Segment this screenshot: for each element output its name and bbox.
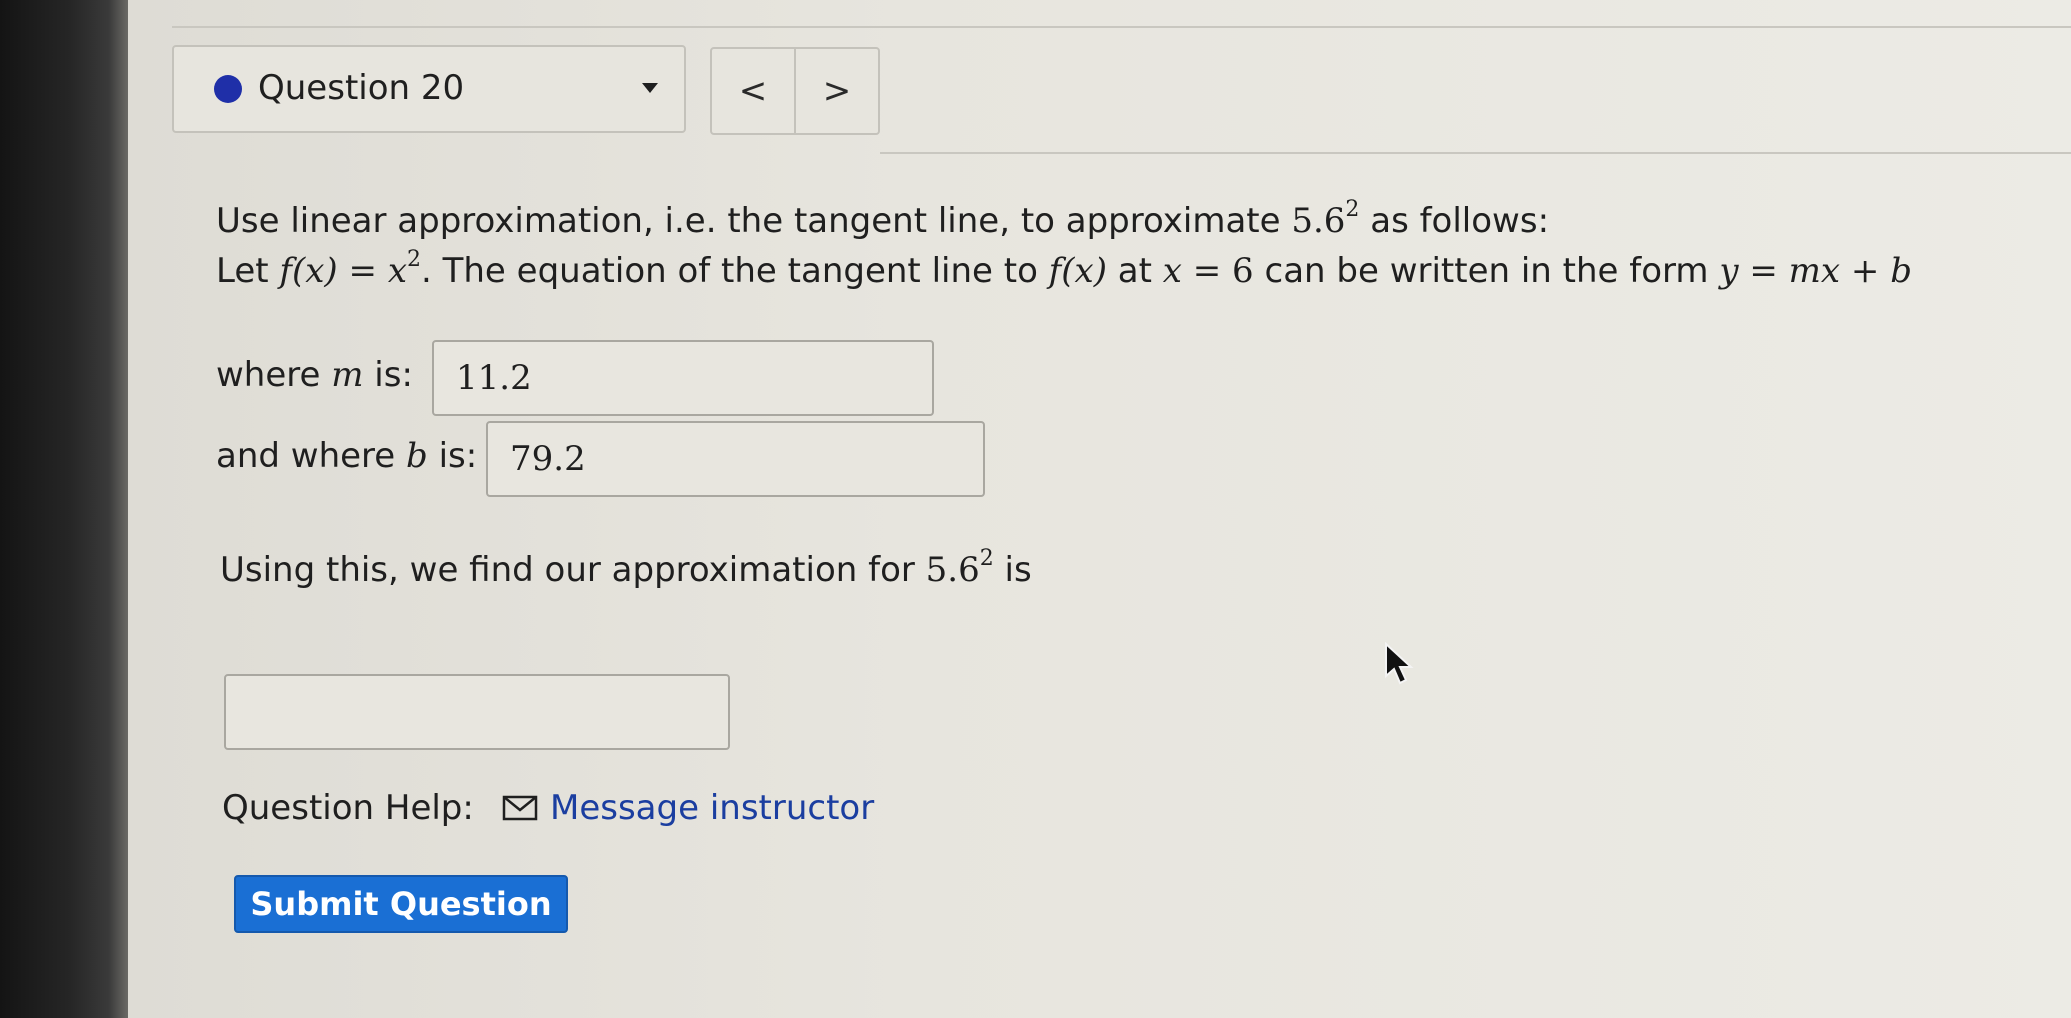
b-answer-input[interactable]: 79.2 bbox=[486, 421, 985, 497]
message-instructor-text: Message instructor bbox=[550, 788, 875, 828]
mouse-pointer-icon bbox=[1385, 642, 1414, 685]
question-text: is: bbox=[427, 436, 478, 476]
next-question-button[interactable]: > bbox=[794, 49, 878, 133]
question-status-dot bbox=[214, 75, 242, 103]
question-text: at bbox=[1106, 251, 1163, 291]
m-label: where m is: bbox=[216, 352, 413, 398]
question-title: Question 20 bbox=[258, 68, 465, 108]
question-help-label: Question Help: bbox=[222, 788, 474, 828]
question-line-2: Let f(x) = x2. The equation of the tange… bbox=[216, 248, 1912, 294]
top-divider bbox=[172, 26, 2071, 28]
question-text: Let bbox=[216, 251, 280, 291]
question-text: Use linear approximation, i.e. the tange… bbox=[216, 201, 1292, 241]
m-answer-input[interactable]: 11.2 bbox=[432, 340, 934, 416]
math-variable: x bbox=[387, 251, 407, 291]
math-base: 5.6 bbox=[1291, 201, 1346, 241]
envelope-icon bbox=[502, 795, 538, 821]
monitor-bezel bbox=[0, 0, 128, 1018]
question-text: and where bbox=[216, 436, 407, 476]
header-divider bbox=[880, 152, 2071, 154]
question-text: Using this, we find our approximation fo… bbox=[220, 550, 926, 590]
question-text: is: bbox=[363, 355, 413, 395]
question-text: is bbox=[993, 550, 1032, 590]
b-label: and where b is: bbox=[216, 433, 477, 479]
math-equals: = bbox=[337, 251, 388, 291]
math-exponent: 2 bbox=[979, 546, 994, 571]
math-exponent: 2 bbox=[1345, 197, 1360, 222]
math-variable: x bbox=[1162, 251, 1182, 291]
math-base: 5.6 bbox=[925, 550, 980, 590]
previous-question-button[interactable]: < bbox=[712, 49, 794, 133]
submit-question-button[interactable]: Submit Question bbox=[234, 875, 568, 933]
math-variable-m: m bbox=[331, 355, 364, 395]
math-function: f(x) bbox=[279, 251, 338, 291]
approximation-prompt: Using this, we find our approximation fo… bbox=[220, 547, 1032, 593]
question-text: as follows: bbox=[1359, 201, 1550, 241]
approximation-answer-input[interactable] bbox=[224, 674, 730, 750]
message-instructor-link[interactable]: Message instructor bbox=[502, 785, 874, 831]
math-line-form: y = mx + b bbox=[1719, 251, 1912, 291]
math-function: f(x) bbox=[1048, 251, 1107, 291]
question-selector[interactable]: Question 20 bbox=[172, 45, 686, 133]
math-equals-six: = 6 bbox=[1181, 251, 1254, 291]
question-line-1: Use linear approximation, i.e. the tange… bbox=[216, 198, 1549, 244]
question-text: . The equation of the tangent line to bbox=[421, 251, 1049, 291]
math-variable-b: b bbox=[406, 436, 428, 476]
question-text: where bbox=[216, 355, 332, 395]
caret-down-icon bbox=[642, 83, 658, 93]
question-nav-group: < > bbox=[710, 47, 880, 135]
math-exponent: 2 bbox=[407, 247, 421, 272]
question-text: can be written in the form bbox=[1253, 251, 1720, 291]
